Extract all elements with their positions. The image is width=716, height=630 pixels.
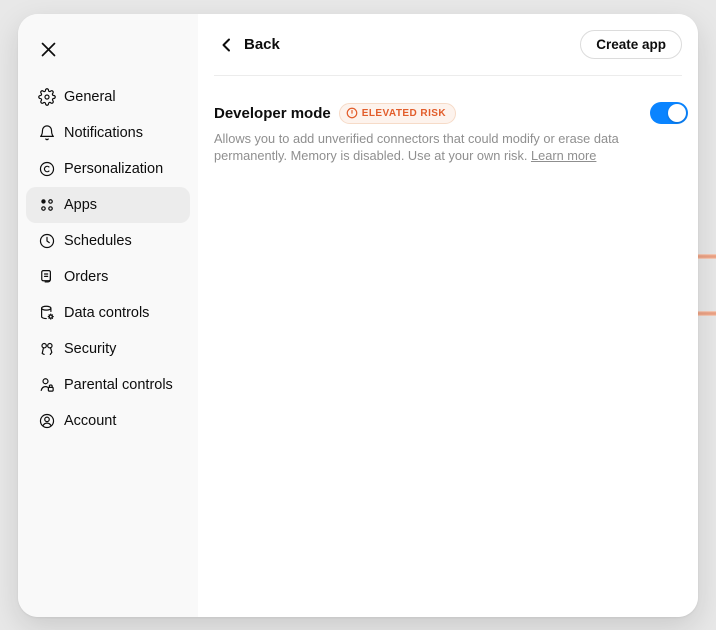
back-label: Back: [244, 36, 280, 53]
sidebar-item-label: General: [64, 89, 116, 105]
bell-icon: [38, 124, 56, 142]
sidebar-item-account[interactable]: Account: [26, 403, 190, 439]
create-app-button[interactable]: Create app: [580, 30, 682, 59]
apps-settings-content: Developer mode ELEVATED RISK Allows you …: [198, 76, 698, 165]
sidebar-item-label: Account: [64, 413, 117, 429]
toggle-knob: [668, 104, 686, 122]
sidebar-item-general[interactable]: General: [26, 79, 190, 115]
developer-mode-title: Developer mode: [214, 104, 331, 122]
gear-icon: [38, 88, 56, 106]
sidebar-item-label: Parental controls: [64, 377, 173, 393]
sidebar-item-orders[interactable]: Orders: [26, 259, 190, 295]
sidebar-item-parental-controls[interactable]: Parental controls: [26, 367, 190, 403]
sidebar-item-label: Security: [64, 341, 117, 357]
sidebar-item-personalization[interactable]: Personalization: [26, 151, 190, 187]
sidebar-item-label: Personalization: [64, 161, 164, 177]
person-circle-icon: [38, 412, 56, 430]
developer-mode-description: Allows you to add unverified connectors …: [214, 131, 619, 163]
sidebar-nav: General Notifications Personalization Ap…: [26, 79, 190, 439]
personalization-icon: [38, 160, 56, 178]
sidebar-item-security[interactable]: Security: [26, 331, 190, 367]
chevron-left-icon: [222, 38, 230, 51]
database-gear-icon: [38, 304, 56, 322]
settings-sidebar: General Notifications Personalization Ap…: [18, 14, 198, 617]
close-icon: [41, 42, 55, 56]
sidebar-item-label: Apps: [64, 197, 98, 213]
sidebar-item-data-controls[interactable]: Data controls: [26, 295, 190, 331]
sidebar-item-schedules[interactable]: Schedules: [26, 223, 190, 259]
sidebar-item-apps[interactable]: Apps: [26, 187, 190, 223]
developer-mode-row: Developer mode ELEVATED RISK Allows you …: [214, 102, 688, 165]
receipt-icon: [38, 268, 56, 286]
keys-icon: [38, 340, 56, 358]
main-header: Back Create app: [214, 14, 682, 76]
elevated-risk-label: ELEVATED RISK: [361, 107, 447, 119]
back-button[interactable]: Back: [214, 36, 280, 53]
clock-icon: [38, 232, 56, 250]
sidebar-item-label: Notifications: [64, 125, 143, 141]
elevated-risk-badge: ELEVATED RISK: [338, 102, 457, 124]
warning-circle-icon: [346, 107, 358, 119]
sidebar-item-label: Orders: [64, 269, 109, 285]
close-button[interactable]: [30, 31, 66, 67]
sidebar-item-notifications[interactable]: Notifications: [26, 115, 190, 151]
sidebar-item-label: Schedules: [64, 233, 132, 249]
settings-main-pane: Back Create app Developer mode ELEVATED …: [198, 14, 698, 617]
settings-modal: General Notifications Personalization Ap…: [18, 14, 698, 617]
learn-more-link[interactable]: Learn more: [531, 148, 596, 163]
apps-grid-icon: [38, 196, 56, 214]
person-lock-icon: [38, 376, 56, 394]
developer-mode-toggle[interactable]: [650, 102, 688, 124]
sidebar-item-label: Data controls: [64, 305, 150, 321]
